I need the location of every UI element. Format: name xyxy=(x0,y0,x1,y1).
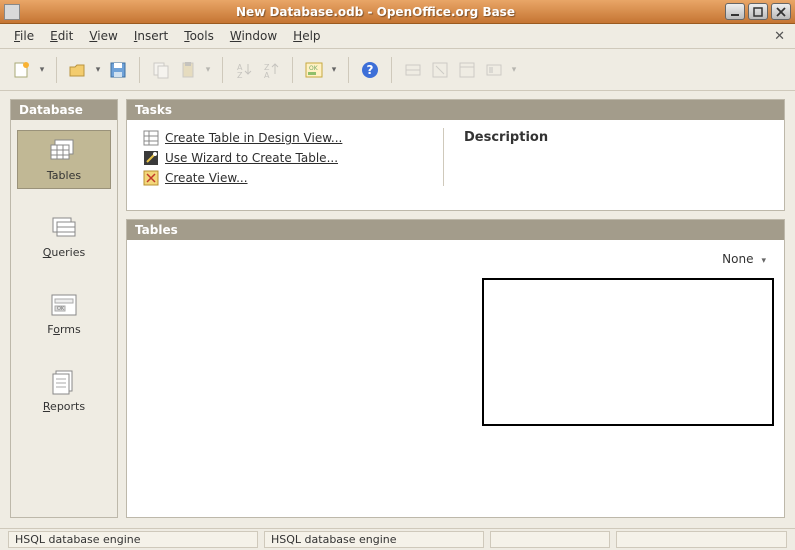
main-area: Database Tables Queries OK Forms Reports xyxy=(0,91,795,528)
wizard-icon xyxy=(143,150,159,166)
status-cell-3 xyxy=(490,531,610,548)
menu-window[interactable]: Window xyxy=(222,26,285,46)
tables-list-area xyxy=(137,250,474,507)
open-button[interactable] xyxy=(66,58,90,82)
toolbar-separator xyxy=(222,57,223,83)
tasks-panel: Tasks Create Table in Design View... Use… xyxy=(126,99,785,211)
paste-dropdown[interactable] xyxy=(203,65,213,75)
chevron-down-icon xyxy=(761,252,766,266)
form-dropdown[interactable] xyxy=(329,65,339,75)
queries-icon xyxy=(47,214,81,242)
sidebar-item-forms[interactable]: OK Forms xyxy=(17,284,111,343)
sort-asc-button[interactable]: AZ xyxy=(232,58,256,82)
tool4-button[interactable] xyxy=(482,58,506,82)
sidebar-item-queries[interactable]: Queries xyxy=(17,207,111,266)
new-button[interactable] xyxy=(10,58,34,82)
design-view-icon xyxy=(143,130,159,146)
svg-text:A: A xyxy=(264,71,270,80)
new-dropdown[interactable] xyxy=(37,65,47,75)
toolbar-separator xyxy=(56,57,57,83)
status-cell-4 xyxy=(616,531,787,548)
sidebar-item-label: Queries xyxy=(43,246,86,259)
sidebar-item-tables[interactable]: Tables xyxy=(17,130,111,189)
tool2-button[interactable] xyxy=(428,58,452,82)
forms-icon: OK xyxy=(47,291,81,319)
toolbar-separator xyxy=(391,57,392,83)
app-icon xyxy=(4,4,20,20)
sidebar-header: Database xyxy=(11,100,117,120)
menu-file[interactable]: File xyxy=(6,26,42,46)
toolbar-separator xyxy=(292,57,293,83)
task-label: Create View... xyxy=(165,171,248,185)
tool3-button[interactable] xyxy=(455,58,479,82)
tasks-header: Tasks xyxy=(127,100,784,120)
tables-preview-area: None xyxy=(474,250,774,507)
task-list: Create Table in Design View... Use Wizar… xyxy=(143,130,443,186)
help-button[interactable]: ? xyxy=(358,58,382,82)
close-button[interactable] xyxy=(771,3,791,20)
form-button[interactable]: OK xyxy=(302,58,326,82)
menu-view[interactable]: View xyxy=(81,26,125,46)
sidebar-item-label: Forms xyxy=(47,323,80,336)
copy-button[interactable] xyxy=(149,58,173,82)
sort-desc-button[interactable]: ZA xyxy=(259,58,283,82)
maximize-button[interactable] xyxy=(748,3,768,20)
toolbar-separator xyxy=(139,57,140,83)
database-sidebar: Database Tables Queries OK Forms Reports xyxy=(10,99,118,518)
preview-box xyxy=(482,278,774,426)
sidebar-item-reports[interactable]: Reports xyxy=(17,361,111,420)
document-close-icon[interactable]: ✕ xyxy=(770,27,789,46)
svg-text:OK: OK xyxy=(309,65,319,72)
statusbar: HSQL database engine HSQL database engin… xyxy=(0,528,795,550)
tool1-button[interactable] xyxy=(401,58,425,82)
paste-button[interactable] xyxy=(176,58,200,82)
right-column: Tasks Create Table in Design View... Use… xyxy=(126,99,785,518)
sidebar-item-label: Tables xyxy=(47,169,81,182)
description-column: Description xyxy=(454,130,770,186)
description-header: Description xyxy=(464,130,770,145)
tool4-dropdown[interactable] xyxy=(509,65,519,75)
menu-tools[interactable]: Tools xyxy=(176,26,222,46)
toolbar: AZ ZA OK ? xyxy=(0,49,795,91)
minimize-button[interactable] xyxy=(725,3,745,20)
tasks-divider xyxy=(443,128,444,186)
create-view-icon xyxy=(143,170,159,186)
svg-text:Z: Z xyxy=(237,71,243,80)
svg-text:?: ? xyxy=(367,63,374,77)
tables-panel: Tables None xyxy=(126,219,785,518)
status-cell-1: HSQL database engine xyxy=(8,531,258,548)
menu-edit[interactable]: Edit xyxy=(42,26,81,46)
status-cell-2: HSQL database engine xyxy=(264,531,484,548)
menu-insert[interactable]: Insert xyxy=(126,26,176,46)
reports-icon xyxy=(47,368,81,396)
titlebar: New Database.odb - OpenOffice.org Base xyxy=(0,0,795,24)
preview-selector[interactable]: None xyxy=(718,250,770,268)
window-title: New Database.odb - OpenOffice.org Base xyxy=(26,5,725,19)
tables-icon xyxy=(47,137,81,165)
svg-text:OK: OK xyxy=(57,306,65,312)
open-dropdown[interactable] xyxy=(93,65,103,75)
window-buttons xyxy=(725,3,791,20)
task-create-design-view[interactable]: Create Table in Design View... xyxy=(143,130,443,146)
toolbar-separator xyxy=(348,57,349,83)
tables-header: Tables xyxy=(127,220,784,240)
menu-help[interactable]: Help xyxy=(285,26,328,46)
menubar: File Edit View Insert Tools Window Help … xyxy=(0,24,795,49)
preview-selector-label: None xyxy=(722,252,753,266)
task-use-wizard[interactable]: Use Wizard to Create Table... xyxy=(143,150,443,166)
save-button[interactable] xyxy=(106,58,130,82)
sidebar-item-label: Reports xyxy=(43,400,85,413)
task-create-view[interactable]: Create View... xyxy=(143,170,443,186)
task-label: Use Wizard to Create Table... xyxy=(165,151,338,165)
task-label: Create Table in Design View... xyxy=(165,131,342,145)
